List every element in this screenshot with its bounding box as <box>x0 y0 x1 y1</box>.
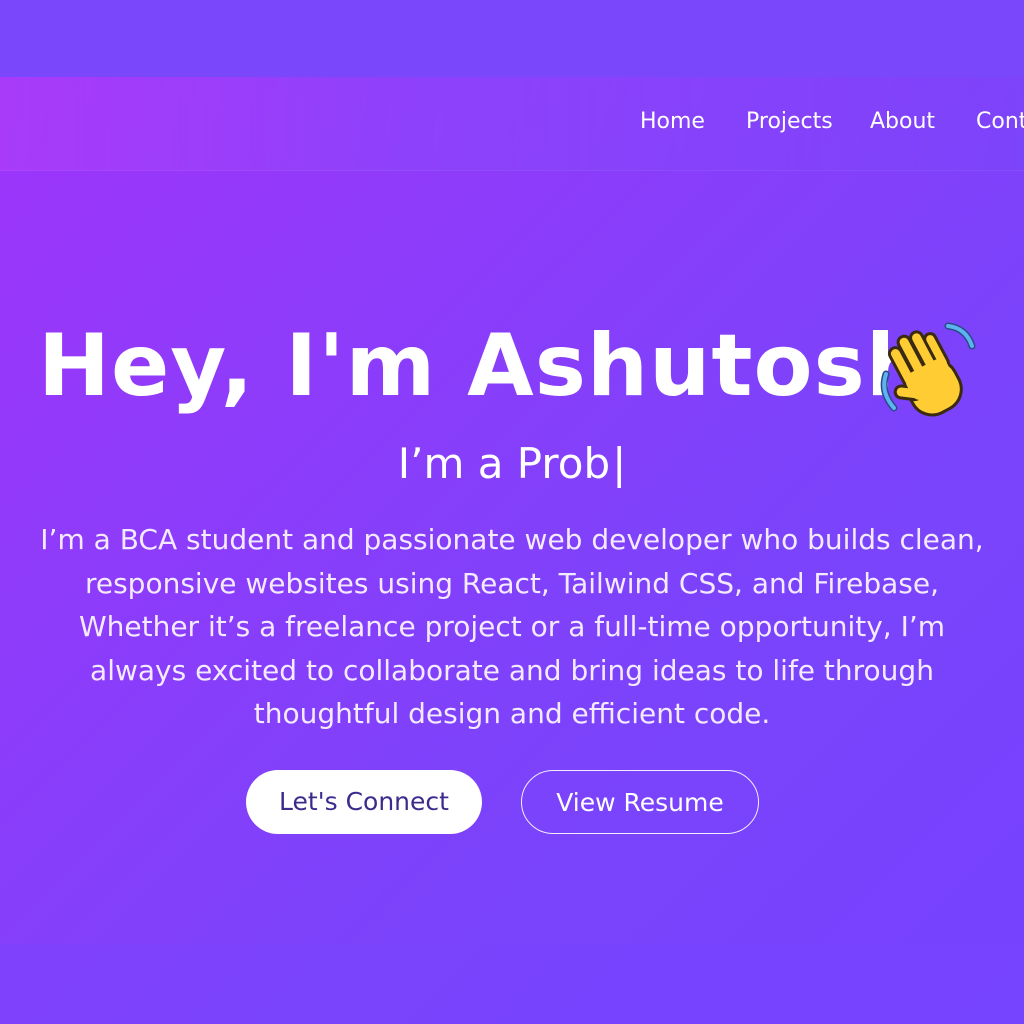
waving-hand-icon <box>872 316 982 426</box>
navbar: Home Projects About Contact <box>0 77 1024 171</box>
nav-link-home[interactable]: Home <box>640 108 705 136</box>
nav-link-contact[interactable]: Contact <box>976 108 1024 136</box>
nav-link-about[interactable]: About <box>870 108 935 136</box>
typed-role-line: I’m a Prob| <box>0 438 1024 490</box>
typing-cursor: | <box>612 439 627 488</box>
top-strip <box>0 0 1024 77</box>
typed-role-text: I’m a Prob <box>397 439 611 488</box>
hero-title: Hey, I'm Ashutosh <box>38 316 928 416</box>
bottom-band <box>0 944 1024 1024</box>
view-resume-button[interactable]: View Resume <box>521 770 759 834</box>
nav-list: Home Projects About Contact <box>0 77 1024 170</box>
nav-link-projects[interactable]: Projects <box>746 108 833 136</box>
hero-description: I’m a BCA student and passionate web dev… <box>40 523 984 730</box>
lets-connect-button[interactable]: Let's Connect <box>246 770 482 834</box>
